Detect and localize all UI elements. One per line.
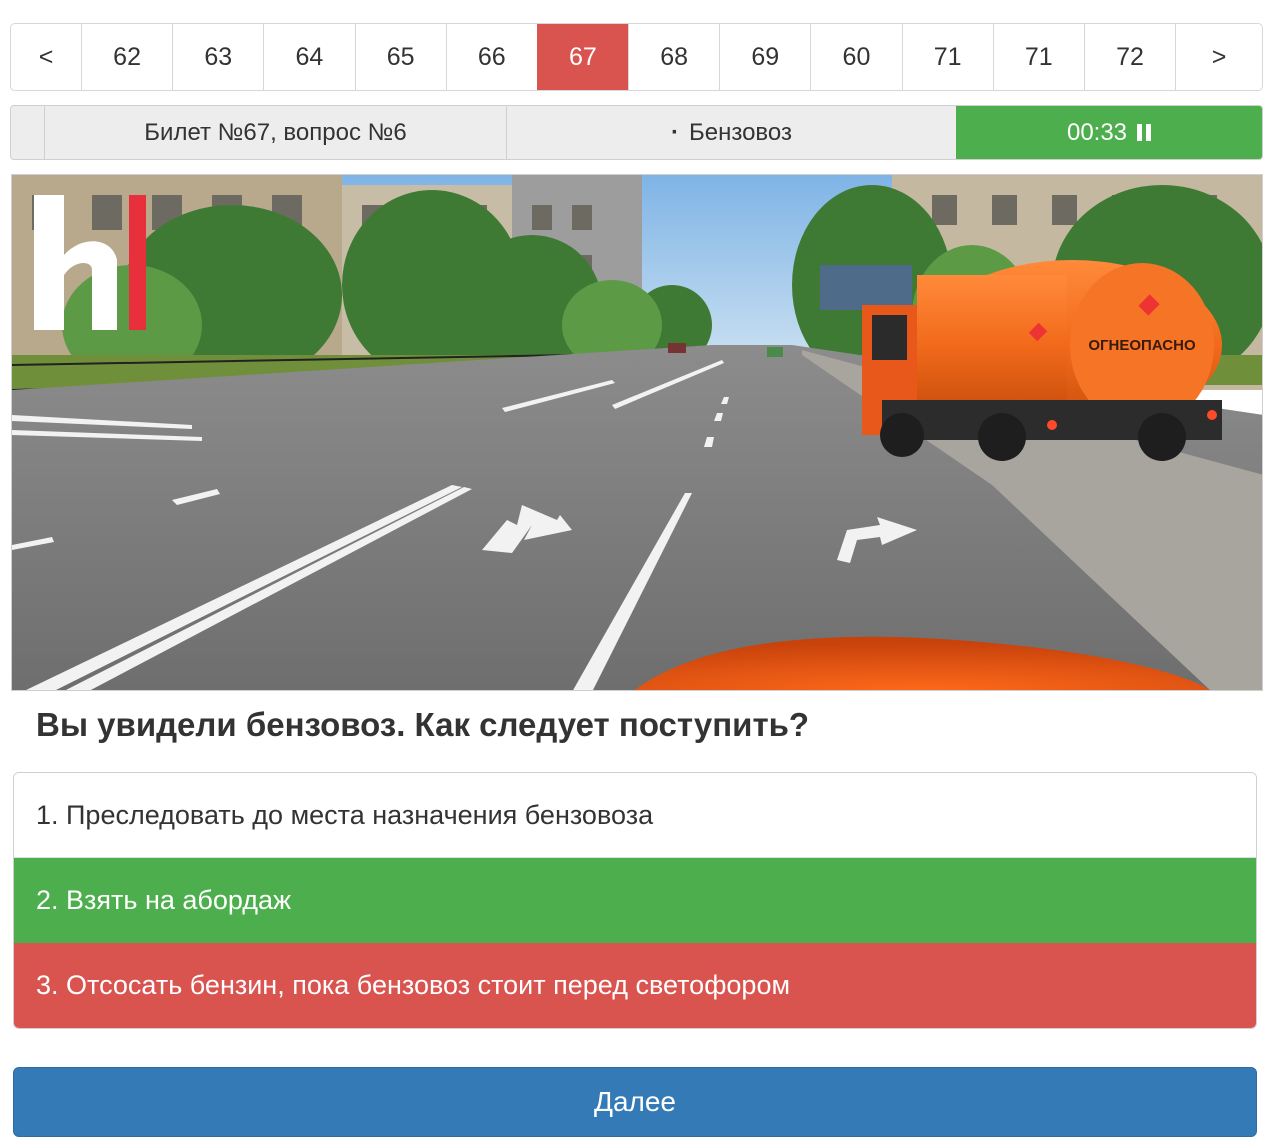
tanker-label: ОГНЕОПАСНО bbox=[1088, 337, 1196, 354]
topic-text: Бензовоз bbox=[689, 118, 792, 146]
ticket-pagination: < 62 63 64 65 66 67 68 69 60 71 71 72 > bbox=[10, 23, 1263, 91]
timer-value: 00:33 bbox=[1066, 118, 1128, 146]
page-65[interactable]: 65 bbox=[354, 24, 446, 90]
question-image: ОГНЕОПАСНО bbox=[11, 174, 1263, 691]
page-71-b[interactable]: 71 bbox=[992, 24, 1084, 90]
answer-option-1[interactable]: 1. Преследовать до места назначения бенз… bbox=[14, 773, 1256, 858]
answer-list: 1. Преследовать до места назначения бенз… bbox=[13, 772, 1257, 1029]
topic-label: · Бензовоз bbox=[507, 106, 956, 159]
next-page-button[interactable]: > bbox=[1175, 24, 1262, 90]
page-63[interactable]: 63 bbox=[172, 24, 263, 90]
status-bar: Билет №67, вопрос №6 · Бензовоз 00:33 bbox=[10, 105, 1263, 160]
page-67-active[interactable]: 67 bbox=[536, 24, 629, 90]
page-62[interactable]: 62 bbox=[81, 24, 172, 90]
page-69[interactable]: 69 bbox=[719, 24, 810, 90]
pause-icon[interactable] bbox=[1137, 124, 1152, 141]
ticket-label: Билет №67, вопрос №6 bbox=[45, 106, 507, 159]
page-71[interactable]: 71 bbox=[901, 24, 993, 90]
question-text: Вы увидели бензовоз. Как следует поступи… bbox=[36, 706, 810, 743]
page-72[interactable]: 72 bbox=[1083, 24, 1175, 90]
next-button[interactable]: Далее bbox=[13, 1067, 1257, 1137]
page-64[interactable]: 64 bbox=[263, 24, 354, 90]
timer[interactable]: 00:33 bbox=[956, 106, 1262, 159]
prev-page-button[interactable]: < bbox=[11, 24, 81, 90]
page-68[interactable]: 68 bbox=[628, 24, 719, 90]
page-60[interactable]: 60 bbox=[810, 24, 901, 90]
road-scene: ОГНЕОПАСНО bbox=[12, 175, 1262, 690]
page-66[interactable]: 66 bbox=[445, 24, 537, 90]
bullet-icon: · bbox=[671, 118, 679, 146]
status-edge bbox=[11, 106, 45, 159]
answer-option-3-wrong[interactable]: 3. Отсосать бензин, пока бензовоз стоит … bbox=[14, 943, 1256, 1028]
answer-option-2-correct[interactable]: 2. Взять на абордаж bbox=[14, 858, 1256, 943]
